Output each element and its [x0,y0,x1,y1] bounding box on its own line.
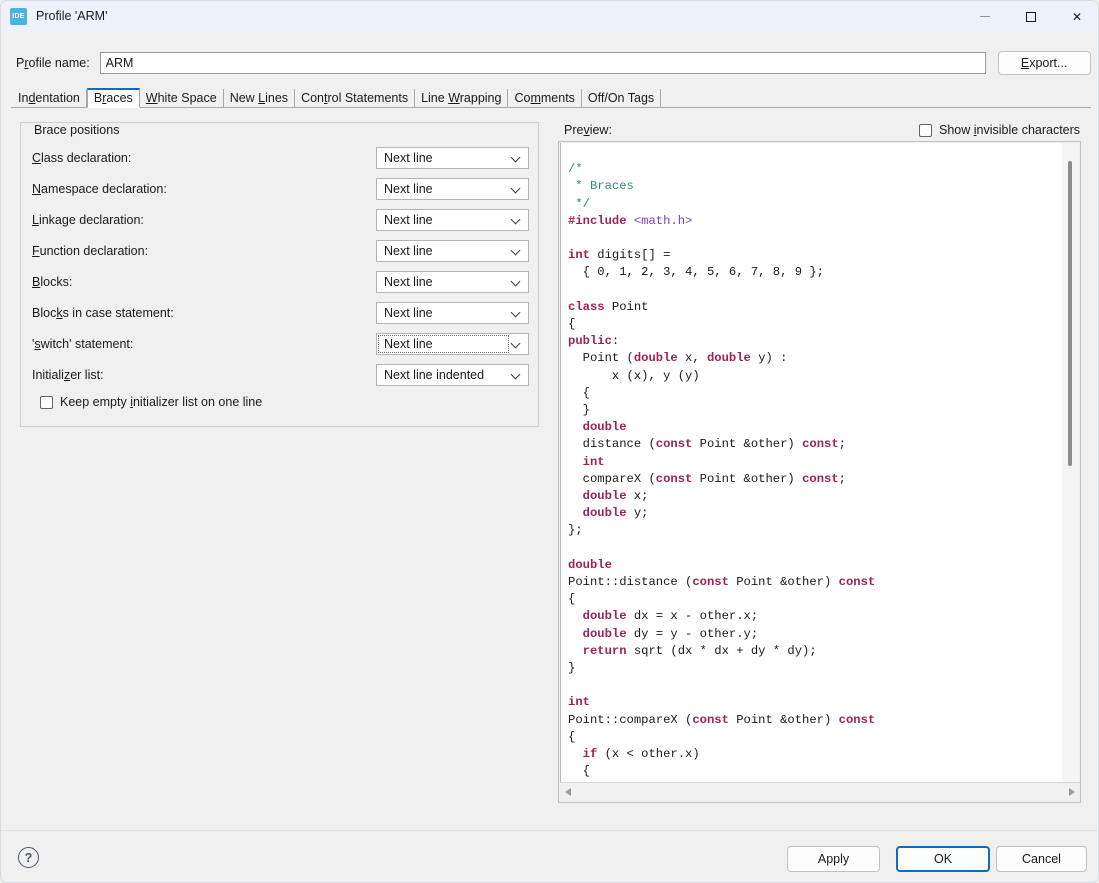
combo-initializer-list-value: Next line indented [384,368,485,382]
preview-label: Preview: [564,123,612,137]
chevron-down-icon [512,185,520,193]
preview-vertical-scrollbar[interactable] [1062,143,1079,783]
label-blocks-in-case-statement: Blocks in case statement: [32,306,174,320]
combo-namespace-declaration[interactable]: Next line [376,178,529,200]
footer-separator [1,830,1098,831]
cancel-button[interactable]: Cancel [996,846,1087,872]
checkbox-box-icon [40,395,53,409]
close-icon: ✕ [1071,9,1083,24]
export-button[interactable]: Export... [997,51,1091,75]
chevron-down-icon [512,278,520,286]
chevron-down-icon [512,154,520,162]
profile-dialog-window: IDE Profile 'ARM' ✕ Profile name: Export… [0,0,1099,883]
code-preview-area[interactable]: /* * Braces */ #include <math.h> int dig… [560,143,1063,783]
field-class-declaration: Class declaration: Next line [32,147,529,169]
tab-off-on-tags[interactable]: Off/On Tags [582,89,662,108]
label-switch-statement: 'switch' statement: [32,337,134,351]
tab-braces[interactable]: Braces [86,88,140,108]
minimize-button[interactable] [962,1,1008,32]
checkbox-show-invisible-characters-label: Show invisible characters [939,123,1081,137]
tab-comments[interactable]: Comments [508,89,582,108]
profile-name-row: Profile name: Export... [1,47,1098,79]
combo-class-declaration[interactable]: Next line [376,147,529,169]
checkbox-show-invisible-characters[interactable]: Show invisible characters [919,123,1080,137]
combo-function-declaration[interactable]: Next line [376,240,529,262]
label-class-declaration: Class declaration: [32,151,132,165]
help-icon[interactable]: ? [18,847,39,868]
field-blocks-in-case-statement: Blocks in case statement: Next line [32,302,529,324]
chevron-down-icon [512,216,520,224]
checkbox-keep-empty-initializer-list[interactable]: Keep empty initializer list on one line [40,395,262,409]
chevron-down-icon [512,371,520,379]
window-title: Profile 'ARM' [36,9,108,23]
combo-blocks-value: Next line [384,275,433,289]
maximize-button[interactable] [1008,1,1054,32]
tab-control-statements[interactable]: Control Statements [295,89,416,108]
field-blocks: Blocks: Next line [32,271,529,293]
chevron-down-icon [512,309,520,317]
combo-class-declaration-value: Next line [384,151,433,165]
label-linkage-declaration: Linkage declaration: [32,213,144,227]
field-initializer-list: Initializer list: Next line indented [32,364,529,386]
combo-linkage-declaration-value: Next line [384,213,433,227]
label-function-declaration: Function declaration: [32,244,149,258]
chevron-down-icon [512,340,520,348]
field-function-declaration: Function declaration: Next line [32,240,529,262]
checkbox-keep-empty-initializer-list-label: Keep empty initializer list on one line [60,395,263,409]
close-button[interactable]: ✕ [1054,1,1098,32]
combo-switch-statement-value: Next line [384,337,433,351]
settings-tabstrip: Indentation Braces White Space New Lines… [11,88,1091,108]
label-initializer-list: Initializer list: [32,368,104,382]
apply-button[interactable]: Apply [787,846,880,872]
scroll-left-arrow-icon[interactable] [560,783,576,802]
ok-button[interactable]: OK [896,846,990,872]
ide-app-icon: IDE [10,7,27,25]
window-controls: ✕ [962,1,1098,32]
title-bar: IDE Profile 'ARM' ✕ [1,1,1098,32]
label-namespace-declaration: Namespace declaration: [32,182,167,196]
preview-horizontal-scrollbar[interactable] [560,782,1080,801]
combo-switch-statement[interactable]: Next line [376,333,529,355]
scroll-right-arrow-icon[interactable] [1064,783,1080,802]
tabstrip-underline [11,107,1091,108]
maximize-icon [1026,11,1036,22]
tab-new-lines[interactable]: New Lines [224,89,296,108]
brace-positions-legend: Brace positions [30,123,124,137]
checkbox-box-icon [919,123,932,137]
chevron-down-icon [512,247,520,255]
combo-initializer-list[interactable]: Next line indented [376,364,529,386]
tab-line-wrapping[interactable]: Line Wrapping [415,89,509,108]
profile-name-input[interactable] [99,52,986,74]
combo-blocks-in-case-statement-value: Next line [384,306,433,320]
field-switch-statement: 'switch' statement: Next line [32,333,529,355]
field-linkage-declaration: Linkage declaration: Next line [32,209,529,231]
code-preview-panel: /* * Braces */ #include <math.h> int dig… [558,141,1081,803]
tab-white-space[interactable]: White Space [140,89,224,108]
code-preview-text: /* * Braces */ #include <math.h> int dig… [568,162,876,783]
preview-vertical-scroll-thumb[interactable] [1068,161,1072,466]
minimize-icon [980,16,990,17]
combo-function-declaration-value: Next line [384,244,433,258]
combo-namespace-declaration-value: Next line [384,182,433,196]
field-namespace-declaration: Namespace declaration: Next line [32,178,529,200]
label-blocks: Blocks: [32,275,73,289]
combo-blocks-in-case-statement[interactable]: Next line [376,302,529,324]
combo-linkage-declaration[interactable]: Next line [376,209,529,231]
combo-blocks[interactable]: Next line [376,271,529,293]
profile-name-label: Profile name: [16,56,90,70]
tab-indentation[interactable]: Indentation [11,89,87,108]
